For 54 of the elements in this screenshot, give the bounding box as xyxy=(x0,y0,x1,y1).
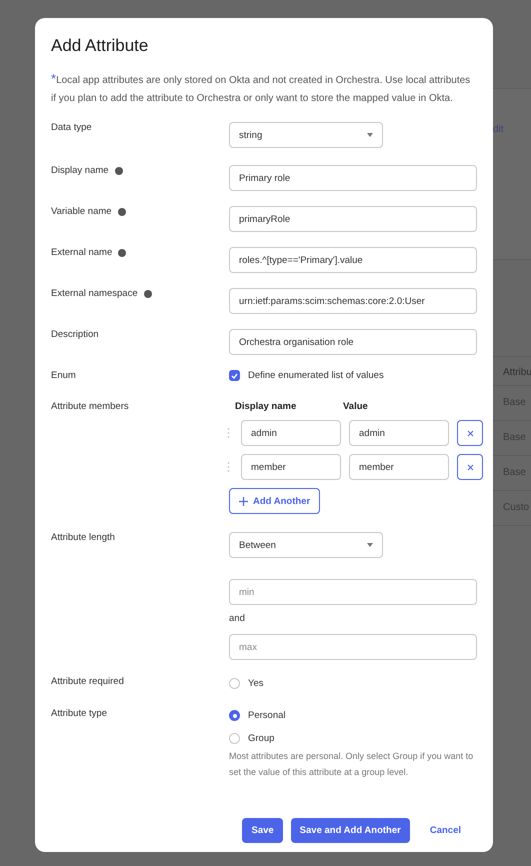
field-label: External namespace xyxy=(51,288,138,299)
radio-button[interactable] xyxy=(229,678,240,689)
plus-icon xyxy=(239,496,248,506)
dialog-title: Add Attribute xyxy=(51,36,150,56)
checkbox-label: Define enumerated list of values xyxy=(248,370,384,381)
joiner-text: and xyxy=(229,612,246,626)
text-field[interactable]: urn:ietf:params:scim:schemas:core:2.0:User xyxy=(229,288,477,314)
text-field[interactable]: member xyxy=(241,454,341,480)
field-label: Attribute length xyxy=(51,532,115,543)
close-icon xyxy=(466,464,474,470)
checkmark-icon xyxy=(231,372,238,378)
column-header: Display name xyxy=(235,401,298,412)
help-icon[interactable] xyxy=(118,208,126,216)
field-label: Variable name xyxy=(51,206,112,217)
field-label: Description xyxy=(51,329,99,340)
info-note: *Local app attributes are only stored on Okta and not created in Orchestra. Use local attributes if you plan to add the attribute to Orchestra or only want to store the mapped value in Okta. xyxy=(51,70,472,106)
field-label: Attribute type xyxy=(51,708,107,719)
radio-label: Personal xyxy=(248,710,286,721)
dropdown[interactable]: string xyxy=(229,122,383,148)
text-field[interactable]: Orchestra organisation role xyxy=(229,329,477,355)
field-label: Display name xyxy=(51,165,109,176)
save-button[interactable]: Save xyxy=(242,818,283,843)
text-field[interactable]: Primary role xyxy=(229,165,477,191)
close-icon xyxy=(466,430,474,436)
text-field[interactable]: roles.^[type=='Primary'].value xyxy=(229,247,477,273)
field-label: Data type xyxy=(51,122,92,133)
checkbox[interactable] xyxy=(229,370,240,381)
help-icon[interactable] xyxy=(114,166,123,174)
caret-icon xyxy=(367,543,373,547)
save-button[interactable]: Save and Add Another xyxy=(290,818,410,843)
cancel-link[interactable]: Cancel xyxy=(418,818,473,843)
help-icon[interactable] xyxy=(118,248,126,256)
column-header: Value xyxy=(343,401,369,412)
field-label: Enum xyxy=(51,370,76,381)
field-label: External name xyxy=(51,247,112,258)
radio-label: Yes xyxy=(248,678,264,689)
hint-text: Most attributes are personal. Only select Group if you want to set the value of this attribute at a group level. xyxy=(229,750,474,779)
field-label: Attribute required xyxy=(51,676,124,687)
text-field[interactable]: primaryRole xyxy=(229,206,477,232)
help-icon[interactable] xyxy=(144,290,152,298)
radio-button[interactable] xyxy=(229,710,240,721)
caret-icon xyxy=(367,133,373,137)
text-field[interactable]: admin xyxy=(241,420,341,446)
remove-button[interactable] xyxy=(457,454,483,480)
field-label: Attribute members xyxy=(51,401,129,412)
dropdown[interactable]: Between xyxy=(229,532,383,558)
remove-button[interactable] xyxy=(457,420,483,446)
text-field[interactable]: min xyxy=(229,579,477,605)
text-field[interactable]: member xyxy=(349,454,449,480)
radio-label: Group xyxy=(248,733,274,744)
text-field[interactable]: max xyxy=(229,634,477,660)
text-field[interactable]: admin xyxy=(349,420,449,446)
add-button[interactable]: Add Another xyxy=(229,488,320,514)
radio-button[interactable] xyxy=(229,733,240,744)
